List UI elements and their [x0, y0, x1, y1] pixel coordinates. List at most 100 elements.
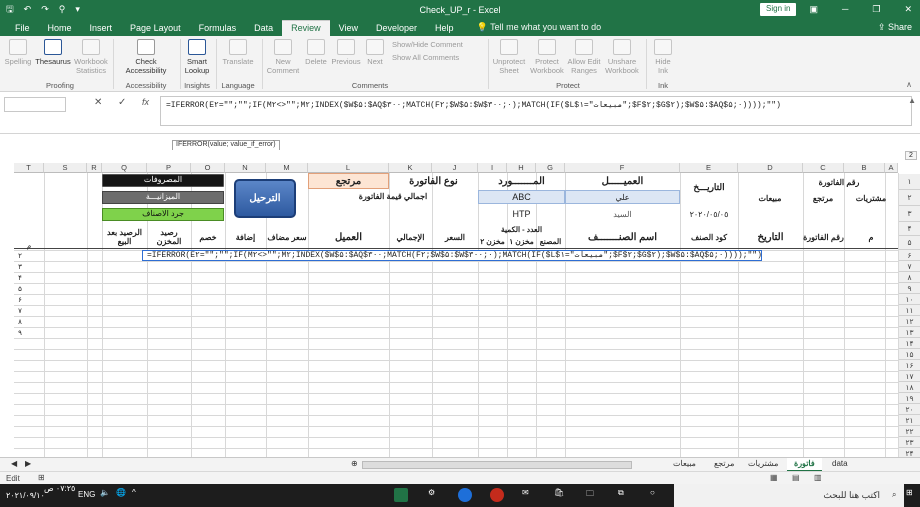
- normal-view-icon[interactable]: ▦: [770, 473, 778, 482]
- taskbar-search-box[interactable]: اكتب هنا للبحث: [674, 484, 904, 507]
- check-accessibility-button[interactable]: Check Accessibility: [118, 39, 174, 75]
- row-header[interactable]: ۲۰: [898, 404, 920, 415]
- row-header[interactable]: ۱۷: [898, 371, 920, 382]
- row-header[interactable]: ۲۱: [898, 415, 920, 426]
- column-header[interactable]: P: [147, 163, 191, 173]
- row-header[interactable]: ۱۴: [898, 338, 920, 349]
- column-header[interactable]: J: [432, 163, 478, 173]
- share-button[interactable]: ⇪ Share: [878, 22, 912, 33]
- sayed-value[interactable]: السيد: [565, 207, 680, 221]
- delete-comment-button[interactable]: Delete: [302, 39, 330, 66]
- column-header[interactable]: C: [803, 163, 844, 173]
- column-header[interactable]: M: [266, 163, 308, 173]
- name-box[interactable]: [4, 97, 66, 112]
- hide-ink-button[interactable]: Hide Ink: [650, 39, 676, 75]
- previous-comment-button[interactable]: Previous: [330, 39, 362, 66]
- horizontal-scrollbar[interactable]: [362, 461, 632, 469]
- column-header[interactable]: G: [536, 163, 565, 173]
- scroll-tab-right-icon[interactable]: ▶: [18, 458, 38, 472]
- excel-taskbar-icon[interactable]: [394, 488, 408, 502]
- cell-edit-overflow[interactable]: =IFERROR(E۲="";"";IF(M۲<>"";M۲;INDEX($W$…: [142, 250, 762, 261]
- minimize-icon[interactable]: ─: [842, 4, 848, 15]
- date-value[interactable]: ٢٠٢٠/٠٥/٠٥: [680, 207, 738, 221]
- tab-view[interactable]: View: [330, 21, 367, 36]
- column-header[interactable]: B: [844, 163, 885, 173]
- column-header[interactable]: D: [738, 163, 803, 173]
- outline-level-2[interactable]: 2: [905, 151, 917, 160]
- cortana-icon[interactable]: ○: [650, 488, 655, 497]
- insert-function-button[interactable]: fx: [142, 97, 149, 107]
- row-header[interactable]: ۷: [898, 261, 920, 272]
- row-header[interactable]: ۶: [898, 250, 920, 261]
- row-header[interactable]: ۱۱: [898, 305, 920, 316]
- row-header[interactable]: ۱۳: [898, 327, 920, 338]
- next-comment-button[interactable]: Next: [362, 39, 388, 66]
- row-number-cell[interactable]: ۸: [14, 316, 26, 327]
- column-header[interactable]: N: [225, 163, 266, 173]
- new-comment-button[interactable]: New Comment: [266, 39, 300, 75]
- macro-record-icon[interactable]: ⊞: [38, 473, 45, 482]
- column-header[interactable]: I: [478, 163, 507, 173]
- tab-developer[interactable]: Developer: [367, 21, 426, 36]
- column-header[interactable]: O: [191, 163, 225, 173]
- chrome-taskbar-icon[interactable]: [490, 488, 504, 502]
- unprotect-sheet-button[interactable]: Unprotect Sheet: [491, 39, 527, 75]
- invoice-type-value[interactable]: مرتجع: [308, 173, 389, 189]
- collapse-ribbon-icon[interactable]: ∧: [906, 80, 912, 89]
- unshare-workbook-button[interactable]: Unshare Workbook: [603, 39, 641, 75]
- settings-taskbar-icon[interactable]: ⚙: [428, 488, 435, 497]
- column-header[interactable]: F: [565, 163, 680, 173]
- tab-file[interactable]: File: [6, 21, 39, 36]
- row-number-cell[interactable]: ۶: [14, 294, 26, 305]
- expand-formula-icon[interactable]: ▲: [908, 96, 916, 105]
- expenses-button[interactable]: المصروفات: [102, 174, 224, 187]
- store-taskbar-icon[interactable]: 🛍: [554, 488, 564, 497]
- row-header[interactable]: ۹: [898, 283, 920, 294]
- column-header[interactable]: E: [680, 163, 738, 173]
- row-number-cell[interactable]: ۹: [14, 327, 26, 338]
- row-header[interactable]: ۱۶: [898, 360, 920, 371]
- page-break-view-icon[interactable]: ▥: [814, 473, 822, 482]
- row-header[interactable]: ۵: [898, 236, 920, 250]
- column-header[interactable]: H: [507, 163, 536, 173]
- sign-in-button[interactable]: Sign in: [760, 3, 797, 16]
- workbook-statistics-button[interactable]: Workbook Statistics: [74, 39, 108, 75]
- row-header[interactable]: ۴: [898, 222, 920, 236]
- worksheet-grid[interactable]: − 1 2 TSRQPONMLKJIHGFEDCBA ۱۲۳۴۵۶۷۸۹۱۰۱۱…: [0, 150, 920, 457]
- row-number-cell[interactable]: ۴: [14, 272, 26, 283]
- post-button[interactable]: الترحيل: [234, 179, 296, 218]
- row-header[interactable]: ۱: [898, 174, 920, 190]
- start-icon[interactable]: ⊞: [906, 488, 913, 497]
- row-header[interactable]: ۱۸: [898, 382, 920, 393]
- smart-lookup-button[interactable]: Smart Lookup: [183, 39, 211, 75]
- network-icon[interactable]: 🌐: [116, 488, 126, 497]
- supplier-value[interactable]: ABC: [478, 190, 565, 204]
- show-all-comments-button[interactable]: Show All Comments: [392, 53, 459, 62]
- file-explorer-taskbar-icon[interactable]: 🗀: [586, 488, 594, 502]
- sheet-tab-sales[interactable]: مبيعات: [666, 458, 703, 472]
- task-view-icon[interactable]: ⧉: [618, 488, 624, 498]
- volume-icon[interactable]: 🔈: [100, 488, 110, 497]
- close-icon[interactable]: ✕: [904, 4, 912, 15]
- row-header[interactable]: ۳: [898, 206, 920, 222]
- tab-home[interactable]: Home: [39, 21, 81, 36]
- translate-button[interactable]: Translate: [220, 39, 256, 66]
- column-header[interactable]: K: [389, 163, 432, 173]
- taskbar-language[interactable]: ENG: [78, 490, 95, 499]
- ribbon-display-icon[interactable]: ▣: [809, 4, 818, 15]
- tab-insert[interactable]: Insert: [81, 21, 122, 36]
- row-header[interactable]: ۲۲: [898, 426, 920, 437]
- row-header[interactable]: ۲: [898, 190, 920, 206]
- sheet-tab-invoice[interactable]: فاتورة: [787, 458, 822, 472]
- tab-formulas[interactable]: Formulas: [190, 21, 246, 36]
- column-header[interactable]: R: [87, 163, 102, 173]
- show-hide-comment-button[interactable]: Show/Hide Comment: [392, 40, 463, 49]
- budget-button[interactable]: الميزانيـــة: [102, 191, 224, 204]
- row-header[interactable]: ۲۳: [898, 437, 920, 448]
- sheet-tab-purchases[interactable]: مشتريات: [741, 458, 785, 472]
- tab-page-layout[interactable]: Page Layout: [121, 21, 190, 36]
- tab-data[interactable]: Data: [245, 21, 282, 36]
- app-c-taskbar-icon[interactable]: [458, 488, 472, 502]
- tell-me-search[interactable]: 💡 Tell me what you want to do: [477, 22, 602, 36]
- restore-icon[interactable]: ❐: [872, 4, 880, 15]
